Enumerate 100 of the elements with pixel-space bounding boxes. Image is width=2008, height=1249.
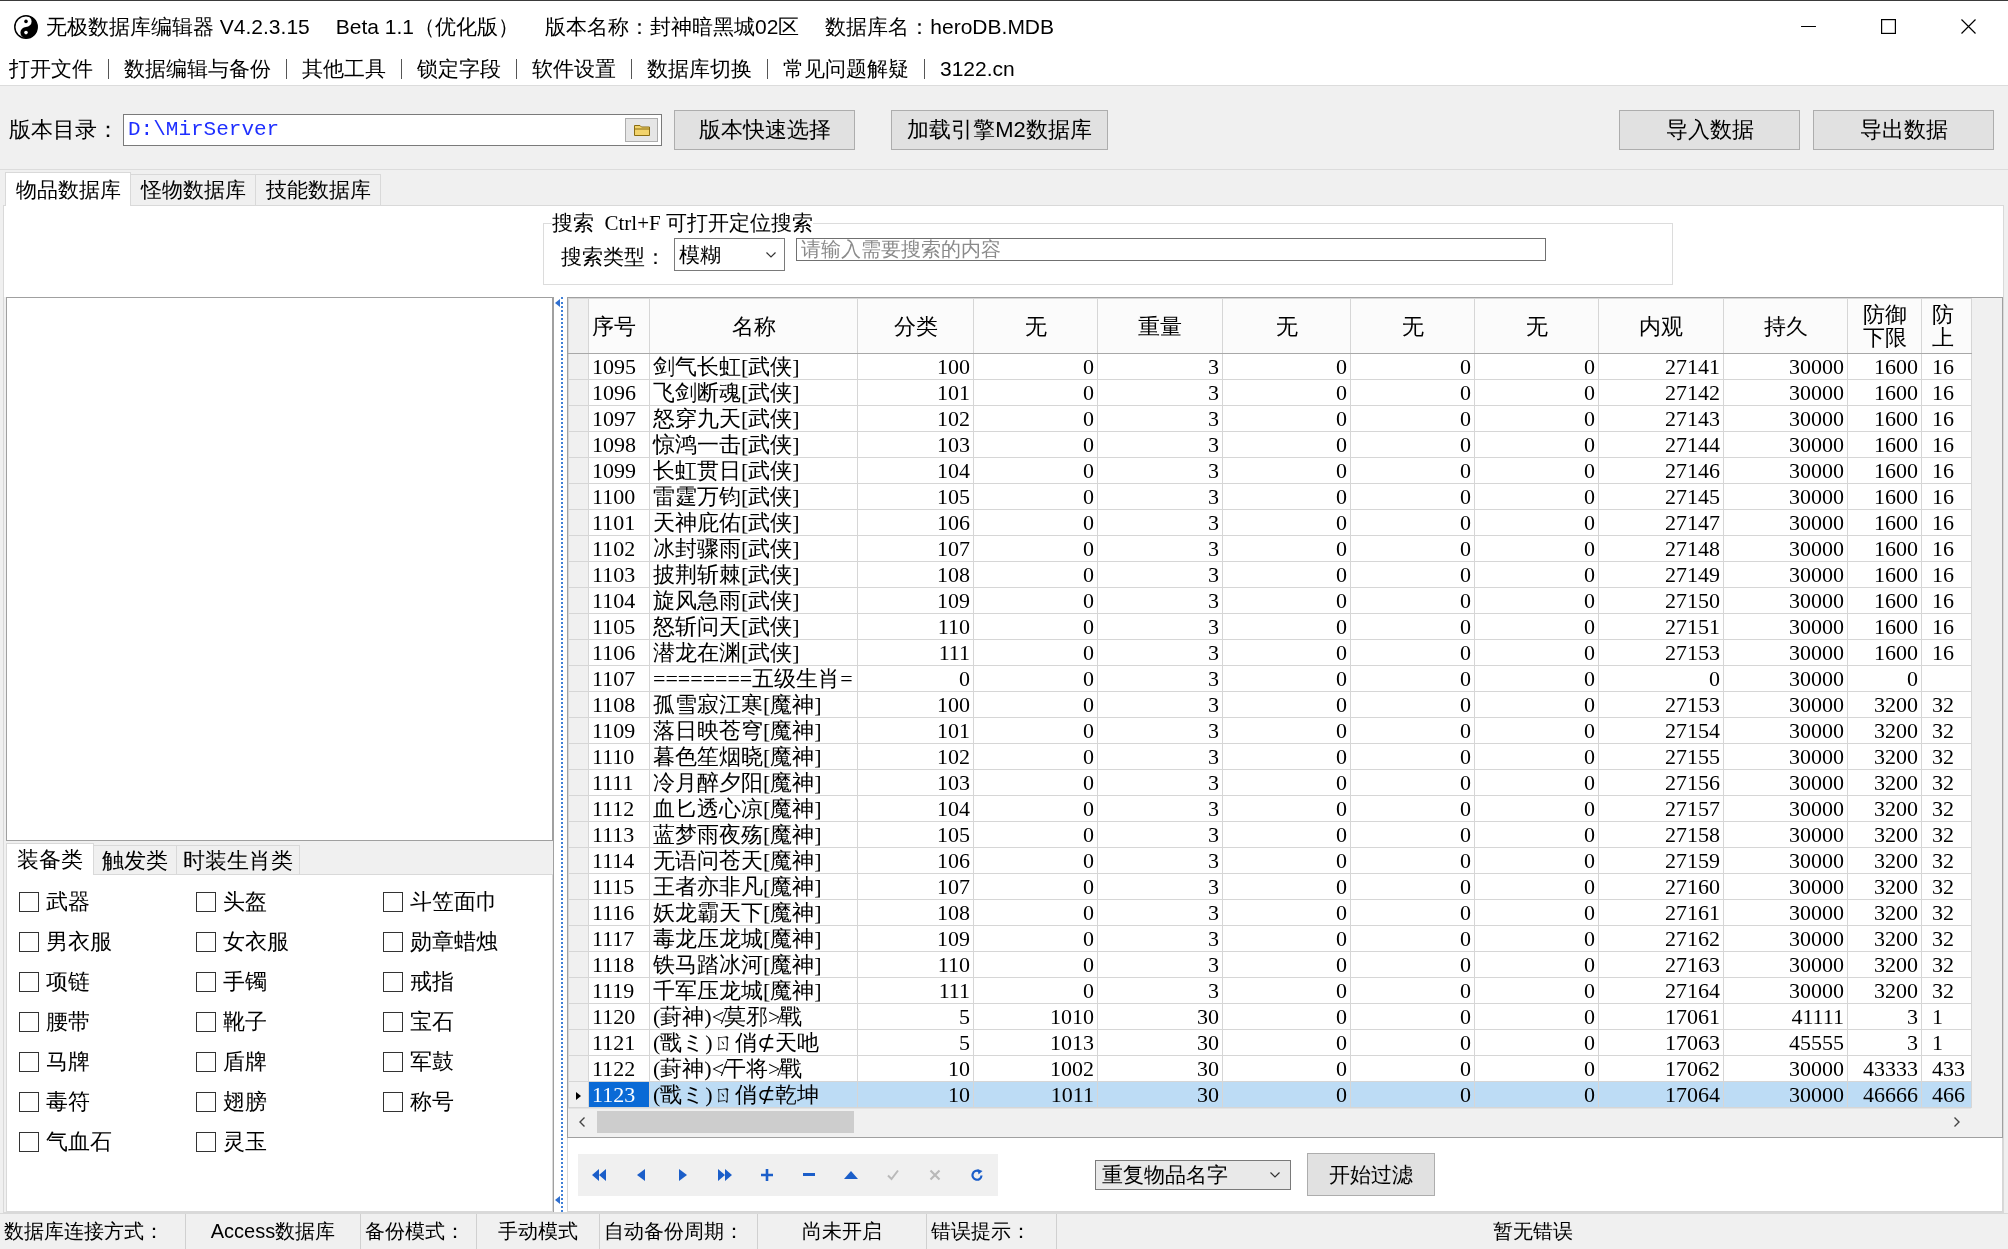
toolbar-button[interactable]: 版本快速选择 (674, 109, 855, 150)
table-cell: 0 (1474, 743, 1599, 770)
checkbox[interactable] (19, 1092, 39, 1112)
table-cell: 46666 (1847, 1081, 1922, 1108)
column-header[interactable]: 无 (1474, 298, 1599, 354)
table-cell: 1100 (588, 483, 650, 510)
table-cell: 107 (857, 873, 974, 900)
column-header[interactable]: 重量 (1097, 298, 1223, 354)
checkbox[interactable] (383, 1012, 403, 1032)
menu-item[interactable]: 3122.cn (940, 56, 1015, 81)
table-cell: 3200 (1847, 717, 1922, 744)
table-cell: 16 (1921, 509, 1972, 536)
table-row[interactable]: 1097 怒穿九天[武侠] 102 0 3 0 0 0 27143 30000 1600 16 (568, 405, 1972, 432)
table-cell: 3 (1097, 665, 1223, 692)
table-cell: 0 (973, 925, 1098, 952)
menu-item[interactable]: 常见问题解疑 (783, 54, 909, 83)
toolbar-button[interactable]: 导出数据 (1813, 109, 1994, 150)
table-row[interactable]: 1099 长虹贯日[武侠] 104 0 3 0 0 0 27146 30000 1600 16 (568, 457, 1972, 484)
column-header[interactable]: 无 (1222, 298, 1351, 354)
checkbox[interactable] (196, 1092, 216, 1112)
table-row[interactable]: 1096 飞剑断魂[武侠] 101 0 3 0 0 0 27142 30000 1600 16 (568, 379, 1972, 406)
checkbox[interactable] (19, 972, 39, 992)
menu-item[interactable]: 打开文件 (9, 54, 93, 83)
checkbox[interactable] (19, 1012, 39, 1032)
checkbox[interactable] (19, 1132, 39, 1152)
table-row[interactable]: 1101 天神庇佑[武侠] 106 0 3 0 0 0 27147 30000 1600 16 (568, 509, 1972, 536)
search-field[interactable]: 请输入需要搜索的内容 (796, 238, 1546, 261)
table-row[interactable]: 1122 (葑神)≮干将≯戰 10 1002 30 0 0 0 17062 30000 43333 433 (568, 1055, 1972, 1082)
checkbox[interactable] (196, 1012, 216, 1032)
search-type-dropdown[interactable]: 模糊 (674, 238, 785, 271)
table-row[interactable]: 1098 惊鸿一击[武侠] 103 0 3 0 0 0 27144 30000 1600 16 (568, 431, 1972, 458)
checkbox[interactable] (383, 892, 403, 912)
table-row[interactable]: 1116 妖龙霸天下[魔神] 108 0 3 0 0 0 27161 30000 3200 32 (568, 899, 1972, 926)
table-row[interactable]: 1108 孤雪寂江寒[魔神] 100 0 3 0 0 0 27153 30000 3200 32 (568, 691, 1972, 718)
splitter-handle[interactable] (553, 297, 563, 1212)
horizontal-scrollbar[interactable] (568, 1108, 1971, 1135)
table-row[interactable]: 1109 落日映苍穹[魔神] 101 0 3 0 0 0 27154 30000 3200 32 (568, 717, 1972, 744)
menu-item[interactable]: 其他工具 (302, 54, 386, 83)
checkbox[interactable] (19, 932, 39, 952)
table-row[interactable]: 1115 王者亦非凡[魔神] 107 0 3 0 0 0 27160 30000 3200 32 (568, 873, 1972, 900)
menu-item[interactable]: 软件设置 (532, 54, 616, 83)
table-row[interactable]: 1114 无语问苍天[魔神] 106 0 3 0 0 0 27159 30000 3200 32 (568, 847, 1972, 874)
table-row[interactable]: 1118 铁马踏冰河[魔神] 110 0 3 0 0 0 27163 30000 3200 32 (568, 951, 1972, 978)
table-row[interactable]: 1120 (葑神)≮莫邪≯戰 5 1010 30 0 0 0 17061 41111 3 1 (568, 1003, 1972, 1030)
table-row[interactable]: 1103 披荆斩棘[武侠] 108 0 3 0 0 0 27149 30000 1600 16 (568, 561, 1972, 588)
column-header[interactable]: 无 (1350, 298, 1475, 354)
checkbox[interactable] (196, 1132, 216, 1152)
table-row[interactable]: 1117 毒龙压龙城[魔神] 109 0 3 0 0 0 27162 30000 3200 32 (568, 925, 1972, 952)
table-row[interactable]: 1113 蓝梦雨夜殇[魔神] 105 0 3 0 0 0 27158 30000 3200 32 (568, 821, 1972, 848)
toolbar-button[interactable]: 加载引擎M2数据库 (891, 109, 1108, 150)
menu-item[interactable]: 数据库切换 (647, 54, 752, 83)
toolbar-button[interactable]: 导入数据 (1619, 109, 1800, 150)
start-filter-button[interactable]: 开始过滤 (1307, 1153, 1435, 1196)
tab[interactable]: 触发类 (93, 845, 177, 874)
tab[interactable]: 时装生肖类 (176, 845, 300, 874)
checkbox[interactable] (19, 892, 39, 912)
table-cell: 1113 (588, 821, 650, 848)
filter-mode-dropdown[interactable]: 重复物品名字 (1095, 1159, 1291, 1190)
table-row[interactable]: 1106 潜龙在渊[武侠] 111 0 3 0 0 0 27153 30000 1600 16 (568, 639, 1972, 666)
browse-folder-button[interactable] (625, 117, 658, 142)
checkbox[interactable] (383, 932, 403, 952)
tab[interactable]: 装备类 (6, 843, 94, 875)
checkbox[interactable] (196, 932, 216, 952)
column-header[interactable]: 分类 (857, 298, 974, 354)
checkbox[interactable] (383, 972, 403, 992)
table-row[interactable]: 1105 怒斩问天[武侠] 110 0 3 0 0 0 27151 30000 1600 16 (568, 613, 1972, 640)
table-cell: 0 (1474, 925, 1599, 952)
table-row[interactable]: 1095 剑气长虹[武侠] 100 0 3 0 0 0 27141 30000 1600 16 (568, 353, 1972, 380)
menu-item[interactable]: 数据编辑与备份 (124, 54, 271, 83)
table-row[interactable]: 1102 冰封骤雨[武侠] 107 0 3 0 0 0 27148 30000 1600 16 (568, 535, 1972, 562)
table-row[interactable]: 1123 (戬ミ)ㄖ俏⊄乾坤 10 1011 30 0 0 0 17064 30000 46666 466 (568, 1081, 1972, 1108)
column-header[interactable]: 内观 (1598, 298, 1724, 354)
table-row[interactable]: 1119 千军压龙城[魔神] 111 0 3 0 0 0 27164 30000 3200 32 (568, 977, 1972, 1004)
checkbox[interactable] (196, 892, 216, 912)
table-row[interactable]: 1107 ========五级生肖= 0 0 3 0 0 0 0 30000 0 (568, 665, 1972, 692)
checkbox[interactable] (383, 1052, 403, 1072)
menu-item[interactable]: 锁定字段 (417, 54, 501, 83)
scrollbar-thumb[interactable] (597, 1111, 854, 1133)
table-cell: 1 (1921, 1003, 1972, 1030)
column-header[interactable]: 名称 (649, 298, 858, 354)
column-header[interactable]: 防御下限 (1847, 298, 1922, 354)
path-field[interactable]: D:\MirServer (123, 113, 662, 146)
table-row[interactable]: 1112 血匕透心凉[魔神] 104 0 3 0 0 0 27157 30000 3200 32 (568, 795, 1972, 822)
table-row[interactable]: 1111 冷月醉夕阳[魔神] 103 0 3 0 0 0 27156 30000 3200 32 (568, 769, 1972, 796)
checkbox[interactable] (383, 1092, 403, 1112)
checkbox[interactable] (196, 972, 216, 992)
table-cell: 1108 (588, 691, 650, 718)
table-row[interactable]: 1104 旋风急雨[武侠] 109 0 3 0 0 0 27150 30000 1600 16 (568, 587, 1972, 614)
table-row[interactable]: 1100 雷霆万钧[武侠] 105 0 3 0 0 0 27145 30000 1600 16 (568, 483, 1972, 510)
table-row[interactable]: 1121 (戬ミ)ㄖ俏⊄天吔 5 1013 30 0 0 0 17063 45555 3 1 (568, 1029, 1972, 1056)
tab[interactable]: 技能数据库 (255, 174, 381, 205)
column-header[interactable]: 无 (973, 298, 1098, 354)
column-header[interactable]: 防上 (1921, 298, 1972, 354)
table-cell: 0 (857, 665, 974, 692)
table-row[interactable]: 1110 暮色笙烟晓[魔神] 102 0 3 0 0 0 27155 30000 3200 32 (568, 743, 1972, 770)
column-header[interactable]: 序号 (588, 298, 650, 354)
tab[interactable]: 物品数据库 (5, 172, 131, 206)
checkbox[interactable] (196, 1052, 216, 1072)
column-header[interactable]: 持久 (1723, 298, 1848, 354)
checkbox[interactable] (19, 1052, 39, 1072)
